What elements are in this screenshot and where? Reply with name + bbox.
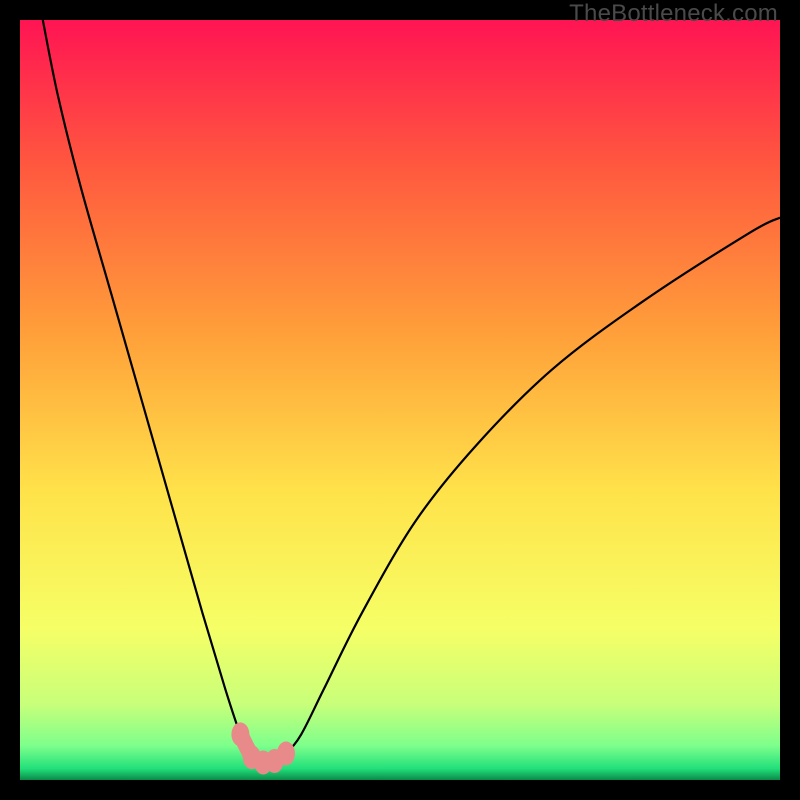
marker-point <box>277 741 295 765</box>
marker-point <box>231 722 249 746</box>
watermark-text: TheBottleneck.com <box>569 0 778 28</box>
chart-markers-layer <box>20 20 780 780</box>
marker-group <box>231 722 295 774</box>
chart-frame <box>20 20 780 780</box>
